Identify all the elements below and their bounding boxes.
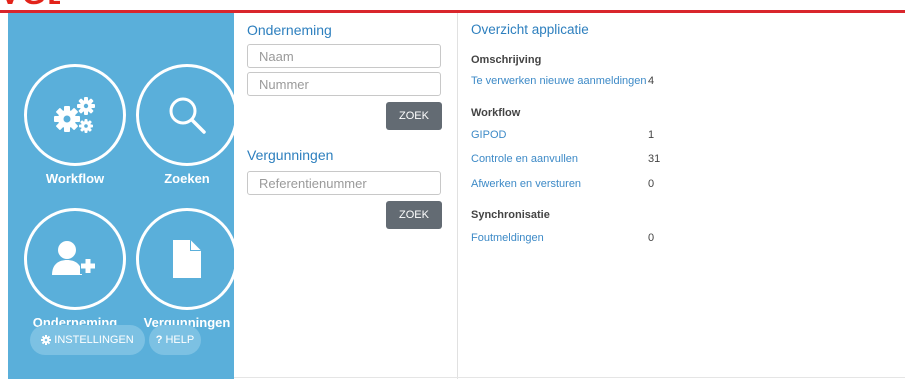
vergunningen-search-button[interactable]: ZOEK bbox=[386, 201, 442, 229]
overview-panel: Overzicht applicatie Omschrijving Te ver… bbox=[458, 13, 905, 379]
gear-icon bbox=[41, 335, 52, 345]
onderneming-tile[interactable]: Onderneming bbox=[24, 208, 126, 330]
instellingen-button[interactable]: INSTELLINGEN bbox=[30, 325, 145, 355]
overview-link-gipod[interactable]: GIPOD bbox=[471, 129, 506, 141]
referentienummer-input[interactable] bbox=[247, 171, 441, 195]
tile-panel: Workflow Zoeken Onderneming Vergunningen… bbox=[8, 13, 238, 379]
search-icon bbox=[169, 97, 206, 134]
nummer-input[interactable] bbox=[247, 72, 441, 96]
overview-link-controle[interactable]: Controle en aanvullen bbox=[471, 153, 578, 165]
zoeken-circle bbox=[136, 64, 238, 166]
bottom-divider bbox=[234, 377, 905, 378]
workflow-circle bbox=[24, 64, 126, 166]
overview-count-nieuwe-aanmeldingen: 4 bbox=[648, 75, 655, 87]
workflow-tile[interactable]: Workflow bbox=[24, 64, 126, 186]
overview-link-foutmeldingen[interactable]: Foutmeldingen bbox=[471, 232, 544, 244]
vergunningen-heading: Vergunningen bbox=[247, 147, 334, 163]
document-icon bbox=[173, 240, 201, 278]
gears-icon bbox=[54, 97, 95, 133]
onderneming-search-button[interactable]: ZOEK bbox=[386, 102, 442, 130]
search-column: Onderneming ZOEK Vergunningen ZOEK bbox=[234, 13, 458, 379]
workflow-heading: Workflow bbox=[471, 107, 521, 119]
instellingen-label: INSTELLINGEN bbox=[54, 334, 134, 346]
naam-input[interactable] bbox=[247, 44, 441, 68]
overview-count-gipod: 1 bbox=[648, 129, 655, 141]
vergunningen-tile[interactable]: Vergunningen bbox=[136, 208, 238, 330]
add-user-icon bbox=[52, 241, 96, 275]
onderneming-heading: Onderneming bbox=[247, 22, 332, 38]
overview-count-afwerken: 0 bbox=[648, 178, 655, 190]
help-button[interactable]: ? HELP bbox=[149, 325, 201, 355]
synchronisatie-heading: Synchronisatie bbox=[471, 209, 550, 221]
vergunningen-circle bbox=[136, 208, 238, 310]
overview-count-controle: 31 bbox=[648, 153, 661, 165]
workflow-label: Workflow bbox=[45, 171, 105, 186]
overview-link-afwerken[interactable]: Afwerken en versturen bbox=[471, 178, 581, 190]
help-icon: ? bbox=[155, 334, 163, 346]
logo[interactable]: VGB bbox=[0, 0, 60, 10]
onderneming-circle bbox=[24, 208, 126, 310]
zoeken-label: Zoeken bbox=[164, 171, 210, 186]
overview-title: Overzicht applicatie bbox=[471, 22, 589, 37]
zoeken-tile[interactable]: Zoeken bbox=[136, 64, 238, 186]
omschrijving-heading: Omschrijving bbox=[471, 54, 542, 66]
help-label: HELP bbox=[165, 334, 195, 346]
overview-link-nieuwe-aanmeldingen[interactable]: Te verwerken nieuwe aanmeldingen bbox=[471, 75, 647, 87]
overview-count-foutmeldingen: 0 bbox=[648, 232, 655, 244]
